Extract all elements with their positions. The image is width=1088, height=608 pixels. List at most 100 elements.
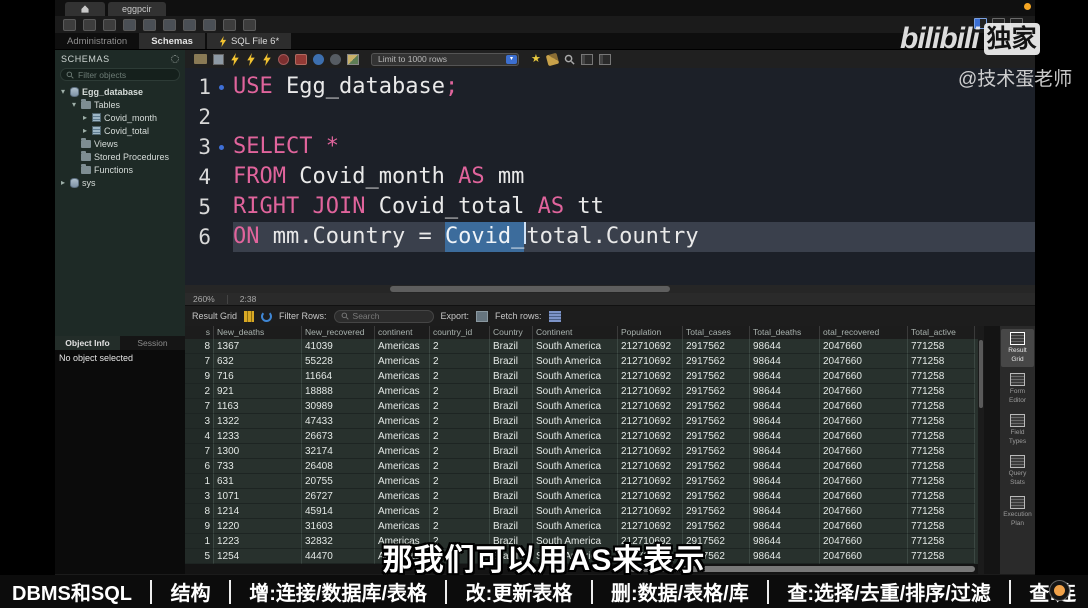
grid-cell[interactable]: South America xyxy=(533,459,618,474)
grid-cell[interactable]: 2917562 xyxy=(683,504,750,519)
grid-cell[interactable]: 2917562 xyxy=(683,519,750,534)
limit-rows-dropdown[interactable]: Limit to 1000 rows ▾ xyxy=(371,53,519,66)
grid-cell[interactable]: 2 xyxy=(430,414,490,429)
grid-cell[interactable]: 771258 xyxy=(908,459,975,474)
column-header[interactable]: Continent xyxy=(533,326,618,339)
grid-cell[interactable]: 771258 xyxy=(908,429,975,444)
execute-current-bolt-icon[interactable] xyxy=(246,53,256,66)
grid-cell[interactable]: 2047660 xyxy=(820,519,908,534)
grid-cell[interactable]: 98644 xyxy=(750,444,820,459)
grid-cell[interactable]: South America xyxy=(533,354,618,369)
column-header[interactable]: Total_deaths xyxy=(750,326,820,339)
grid-cell[interactable]: 1300 xyxy=(214,444,302,459)
grid-cell[interactable]: 98644 xyxy=(750,384,820,399)
grid-cell[interactable]: 26673 xyxy=(302,429,375,444)
create-table-icon[interactable] xyxy=(143,19,156,31)
grid-cell[interactable]: 98644 xyxy=(750,399,820,414)
code-line-5[interactable]: 5RIGHT JOIN Covid_total AS tt xyxy=(185,192,1035,222)
tab-sql-file[interactable]: SQL File 6* xyxy=(207,33,291,49)
grid-cell[interactable]: 631 xyxy=(214,474,302,489)
grid-cell[interactable]: 98644 xyxy=(750,534,820,549)
column-header[interactable]: Population xyxy=(618,326,683,339)
execute-bolt-icon[interactable] xyxy=(230,53,240,66)
grid-cell[interactable]: 771258 xyxy=(908,384,975,399)
tree-item-egg-database[interactable]: ▾Egg_database xyxy=(55,85,185,98)
beautify-broom-icon[interactable] xyxy=(546,52,559,65)
tab-schemas[interactable]: Schemas xyxy=(139,33,205,49)
grid-cell[interactable]: 2 xyxy=(430,384,490,399)
grid-columns-icon[interactable] xyxy=(244,311,254,322)
grid-cell[interactable]: 45914 xyxy=(302,504,375,519)
grid-cell[interactable]: 2917562 xyxy=(683,444,750,459)
grid-cell[interactable]: 771258 xyxy=(908,474,975,489)
column-header[interactable]: s xyxy=(185,326,214,339)
autocommit-icon[interactable] xyxy=(347,54,359,65)
grid-cell[interactable]: 1223 xyxy=(214,534,302,549)
grid-cell[interactable]: 7 xyxy=(185,354,214,369)
grid-cell[interactable]: Americas xyxy=(375,489,430,504)
grid-cell[interactable]: 32174 xyxy=(302,444,375,459)
new-query-tab-icon[interactable] xyxy=(63,19,76,31)
tab-administration[interactable]: Administration xyxy=(55,33,139,49)
grid-cell[interactable]: 5 xyxy=(185,549,214,564)
grid-cell[interactable]: Brazil xyxy=(490,414,533,429)
grid-cell[interactable]: 212710692 xyxy=(618,369,683,384)
grid-cell[interactable]: 2917562 xyxy=(683,354,750,369)
grid-cell[interactable]: Americas xyxy=(375,519,430,534)
grid-cell[interactable]: South America xyxy=(533,399,618,414)
create-function-icon[interactable] xyxy=(203,19,216,31)
invisible-chars-icon[interactable] xyxy=(581,54,593,65)
grid-cell[interactable]: 1214 xyxy=(214,504,302,519)
grid-cell[interactable]: Americas xyxy=(375,399,430,414)
grid-cell[interactable]: South America xyxy=(533,414,618,429)
grid-cell[interactable]: 771258 xyxy=(908,414,975,429)
grid-cell[interactable]: 212710692 xyxy=(618,354,683,369)
grid-cell[interactable]: 7 xyxy=(185,444,214,459)
grid-cell[interactable]: 771258 xyxy=(908,369,975,384)
grid-cell[interactable]: South America xyxy=(533,519,618,534)
grid-cell[interactable]: 9 xyxy=(185,519,214,534)
grid-cell[interactable]: 2 xyxy=(430,459,490,474)
home-tab[interactable] xyxy=(65,2,105,16)
grid-cell[interactable]: Brazil xyxy=(490,444,533,459)
column-header[interactable]: New_recovered xyxy=(302,326,375,339)
side-panel-item-execution-plan[interactable]: ExecutionPlan xyxy=(1001,493,1034,531)
side-panel-item-form-editor[interactable]: FormEditor xyxy=(1001,370,1034,408)
grid-cell[interactable]: 632 xyxy=(214,354,302,369)
export-icon[interactable] xyxy=(476,311,488,322)
grid-cell[interactable]: 18888 xyxy=(302,384,375,399)
grid-cell[interactable]: 41039 xyxy=(302,339,375,354)
grid-cell[interactable]: 7 xyxy=(185,399,214,414)
grid-cell[interactable]: 2047660 xyxy=(820,459,908,474)
grid-cell[interactable]: 2917562 xyxy=(683,429,750,444)
grid-cell[interactable]: 212710692 xyxy=(618,519,683,534)
code-line-1[interactable]: 1USE Egg_database; xyxy=(185,72,1035,102)
grid-cell[interactable]: 4 xyxy=(185,429,214,444)
grid-cell[interactable]: Americas xyxy=(375,429,430,444)
column-header[interactable]: Total_cases xyxy=(683,326,750,339)
grid-cell[interactable]: 20755 xyxy=(302,474,375,489)
grid-cell[interactable]: 2 xyxy=(430,354,490,369)
grid-cell[interactable]: 771258 xyxy=(908,339,975,354)
grid-cell[interactable]: 44470 xyxy=(302,549,375,564)
sql-editor[interactable]: 1USE Egg_database;23SELECT *4FROM Covid_… xyxy=(185,68,1035,285)
gear-icon[interactable] xyxy=(171,55,179,63)
grid-cell[interactable]: 2917562 xyxy=(683,414,750,429)
fetch-rows-icon[interactable] xyxy=(549,311,561,322)
column-header[interactable]: Country xyxy=(490,326,533,339)
tree-item-tables[interactable]: ▾Tables xyxy=(55,98,185,111)
grid-cell[interactable]: 2 xyxy=(430,489,490,504)
grid-cell[interactable]: 771258 xyxy=(908,549,975,564)
grid-cell[interactable]: Brazil xyxy=(490,369,533,384)
column-header[interactable]: continent xyxy=(375,326,430,339)
schema-filter-input[interactable]: Filter objects xyxy=(60,68,180,81)
grid-cell[interactable]: Brazil xyxy=(490,489,533,504)
grid-cell[interactable]: 1367 xyxy=(214,339,302,354)
grid-cell[interactable]: 2047660 xyxy=(820,444,908,459)
grid-cell[interactable]: 98644 xyxy=(750,414,820,429)
grid-cell[interactable]: 212710692 xyxy=(618,504,683,519)
grid-cell[interactable]: South America xyxy=(533,384,618,399)
grid-cell[interactable]: Brazil xyxy=(490,504,533,519)
grid-cell[interactable]: 2 xyxy=(185,384,214,399)
grid-cell[interactable]: 98644 xyxy=(750,504,820,519)
